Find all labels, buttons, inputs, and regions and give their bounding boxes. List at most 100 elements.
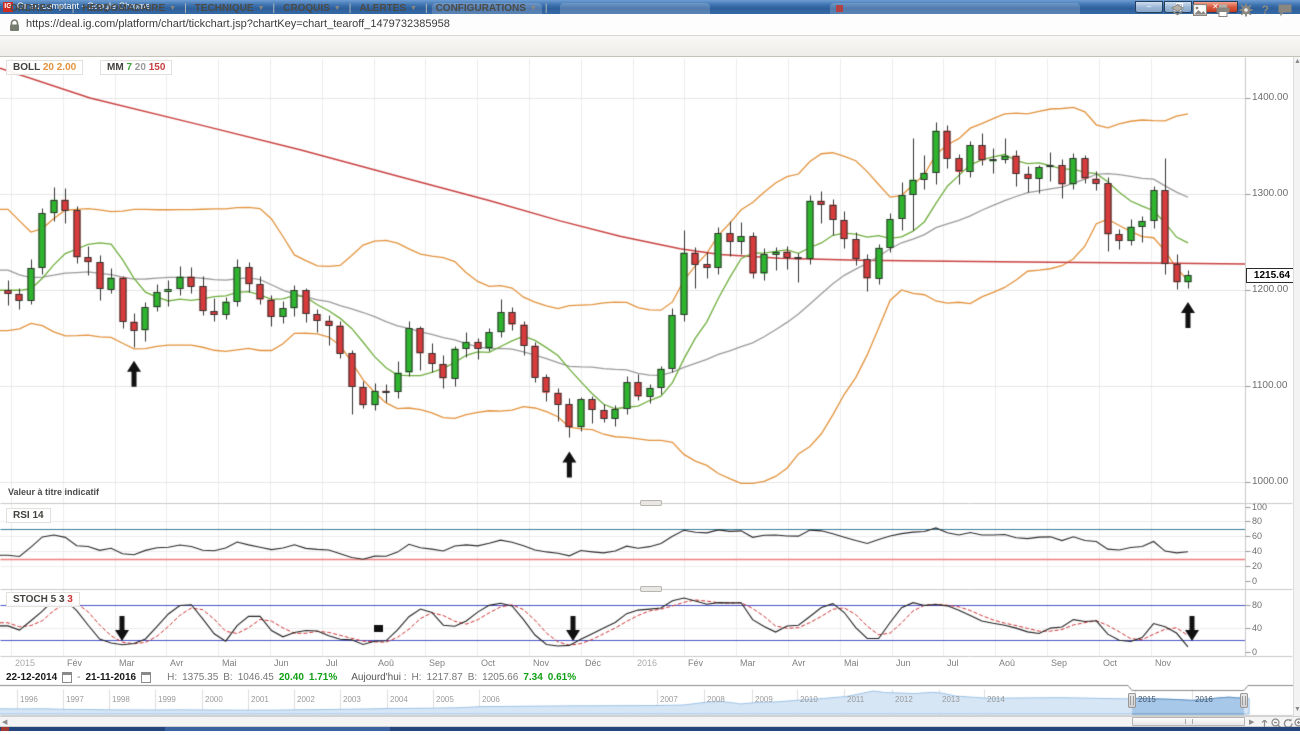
- x-axis-label: Aoû: [999, 658, 1015, 668]
- current-price-label: 1215.64: [1246, 268, 1298, 283]
- scroll-up-icon[interactable]: ▲: [1294, 57, 1300, 66]
- taskbar-buttons[interactable]: [165, 727, 390, 731]
- indicative-value-note: Valeur à titre indicatif: [8, 487, 99, 497]
- calendar-icon[interactable]: [62, 672, 72, 683]
- x-axis-label: Jun: [274, 658, 289, 668]
- price-axis-label: 1200.00: [1252, 284, 1288, 295]
- low-label: B:: [223, 672, 232, 683]
- navigator-year-label: 2010: [800, 695, 818, 704]
- rsi-axis-label: 80: [1252, 516, 1262, 526]
- rsi-axis-label: 60: [1252, 531, 1262, 541]
- navigator-year-label: 2015: [1138, 695, 1156, 704]
- high-label: H:: [167, 672, 177, 683]
- stoch-axis-label: 40: [1252, 623, 1262, 633]
- x-axis-label: Fév: [67, 658, 82, 668]
- navigator-right-handle[interactable]: [1240, 693, 1248, 708]
- x-axis-label: Sep: [429, 658, 445, 668]
- zoom-in-icon[interactable]: [1294, 716, 1300, 734]
- stoch-axis-label: 0: [1252, 647, 1257, 657]
- x-axis-label: Mai: [844, 658, 859, 668]
- zoom-out-icon[interactable]: [1271, 716, 1282, 734]
- stoch-legend[interactable]: STOCH 5 3 3: [6, 592, 80, 607]
- x-axis-label: Aoû: [378, 658, 394, 668]
- date-from[interactable]: 22-12-2014: [6, 672, 57, 683]
- navigator-year-label: 1997: [66, 695, 84, 704]
- navigator-year-label: 2000: [205, 695, 223, 704]
- x-axis-label: Jul: [947, 658, 959, 668]
- stoch-axis-label: 80: [1252, 600, 1262, 610]
- x-axis-label: Oct: [1103, 658, 1117, 668]
- panel-resize-handle[interactable]: [640, 586, 662, 592]
- rsi-legend[interactable]: RSI 14: [6, 508, 51, 523]
- taskbar-start[interactable]: [1, 727, 9, 731]
- scroll-down-icon[interactable]: ▼: [1294, 705, 1300, 714]
- navigator-year-label: 2001: [251, 695, 269, 704]
- rsi-axis-label: 40: [1252, 546, 1262, 556]
- reset-zoom-icon[interactable]: [1283, 716, 1294, 734]
- change-value: 20.40: [279, 672, 304, 683]
- navigator-year-label: 2004: [390, 695, 408, 704]
- navigator-left-handle[interactable]: [1128, 693, 1136, 708]
- change-percent: 1.71%: [309, 672, 337, 683]
- x-axis-label: Nov: [1155, 658, 1171, 668]
- price-axis-label: 1100.00: [1252, 380, 1287, 391]
- x-axis-label: Sep: [1051, 658, 1067, 668]
- navigator-year-label: 2011: [847, 695, 864, 704]
- chart-canvas[interactable]: [0, 0, 1300, 731]
- navigator-year-label: 2013: [942, 695, 960, 704]
- navigator-year-label: 2008: [707, 695, 725, 704]
- x-axis-label: 2016: [637, 658, 657, 668]
- x-axis-label: Oct: [481, 658, 495, 668]
- x-axis-label: Mar: [119, 658, 135, 668]
- rsi-axis-label: 20: [1252, 561, 1262, 571]
- navigator-year-label: 1996: [20, 695, 38, 704]
- navigator-year-label: 2016: [1195, 695, 1213, 704]
- today-label: Aujourd'hui :: [351, 672, 406, 683]
- x-axis-label: Jul: [326, 658, 338, 668]
- rsi-axis-label: 0: [1252, 576, 1257, 586]
- navigator-year-label: 2002: [297, 695, 315, 704]
- moving-average-legend[interactable]: MM 7 20 150: [100, 60, 172, 75]
- scroll-left-icon[interactable]: ◀: [2, 718, 7, 727]
- navigator-year-label: 1998: [112, 695, 130, 704]
- x-axis-label: 2015: [15, 658, 35, 668]
- x-axis-label: Jun: [896, 658, 911, 668]
- navigator-year-label: 2007: [660, 695, 678, 704]
- date-to[interactable]: 21-11-2016: [86, 672, 137, 683]
- x-axis-label: Mai: [222, 658, 237, 668]
- low-value: 1046.45: [238, 672, 274, 683]
- horizontal-scrollbar-thumb[interactable]: [1132, 717, 1245, 726]
- chart-status-bar: 22-12-2014 - 21-11-2016 H: 1375.35 B: 10…: [6, 670, 576, 684]
- bollinger-legend[interactable]: BOLL 20 2.00: [6, 60, 83, 75]
- navigator-year-label: 2006: [482, 695, 500, 704]
- price-axis-label: 1300.00: [1252, 188, 1288, 199]
- rsi-axis-label: 100: [1252, 502, 1267, 512]
- today-change-value: 7.34: [523, 672, 542, 683]
- navigator-year-label: 1999: [158, 695, 176, 704]
- fit-range-icon[interactable]: [1260, 717, 1269, 735]
- x-axis-label: Mar: [740, 658, 756, 668]
- navigator-year-label: 2014: [987, 695, 1005, 704]
- x-axis-label: Déc: [585, 658, 601, 668]
- x-axis-label: Avr: [792, 658, 805, 668]
- navigator-year-label: 2012: [895, 695, 913, 704]
- calendar-icon[interactable]: [141, 672, 151, 683]
- today-high-value: 1217.87: [427, 672, 463, 683]
- today-high-label: H:: [412, 672, 422, 683]
- x-axis-label: Nov: [533, 658, 549, 668]
- vertical-scrollbar[interactable]: [1293, 57, 1300, 716]
- horizontal-scrollbar[interactable]: [0, 716, 1300, 727]
- today-low-value: 1205.66: [482, 672, 518, 683]
- date-separator: -: [77, 672, 80, 683]
- navigator-year-label: 2009: [755, 695, 773, 704]
- today-change-percent: 0.61%: [548, 672, 576, 683]
- scroll-right-icon[interactable]: ▶: [1249, 718, 1254, 727]
- today-low-label: B:: [468, 672, 477, 683]
- panel-resize-handle[interactable]: [640, 500, 662, 506]
- navigator-year-label: 2005: [436, 695, 454, 704]
- navigator-year-label: 2003: [343, 695, 361, 704]
- price-axis-label: 1400.00: [1252, 92, 1288, 103]
- price-axis-label: 1000.00: [1252, 476, 1288, 487]
- x-axis-label: Avr: [170, 658, 183, 668]
- high-value: 1375.35: [182, 672, 218, 683]
